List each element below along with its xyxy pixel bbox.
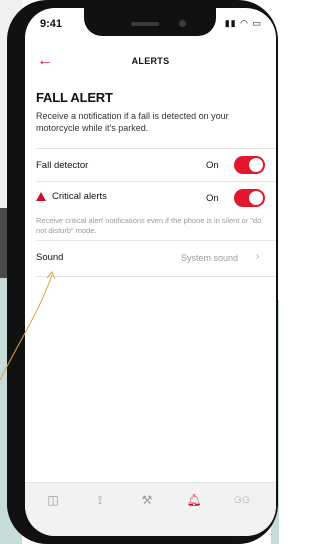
section-description: Receive a notification if a fall is dete… bbox=[36, 111, 229, 133]
camera bbox=[179, 20, 186, 27]
fall-detector-row: Fall detector On bbox=[36, 149, 276, 181]
nav-bar: ← ALERTS bbox=[25, 50, 276, 78]
chevron-right-icon: › bbox=[256, 251, 260, 262]
critical-alerts-row: Critical alerts On bbox=[36, 182, 276, 216]
section-title: FALL ALERT bbox=[36, 90, 113, 105]
wrench-icon[interactable]: ⚒ bbox=[137, 493, 157, 507]
speaker bbox=[131, 22, 159, 26]
warning-icon bbox=[36, 192, 46, 201]
map-icon[interactable]: ◫ bbox=[43, 493, 63, 507]
status-icons: ▮▮ ◠ ▭ bbox=[224, 18, 262, 28]
route-icon[interactable]: ⟟ bbox=[90, 493, 110, 508]
phone-notch bbox=[84, 8, 216, 36]
critical-alerts-label: Critical alerts bbox=[52, 191, 107, 202]
critical-alerts-toggle[interactable] bbox=[234, 189, 265, 207]
toggle-knob bbox=[249, 191, 263, 205]
page-title: ALERTS bbox=[131, 56, 170, 66]
sound-value: System sound bbox=[181, 253, 239, 263]
toggle-knob bbox=[249, 158, 263, 172]
critical-alerts-description: Receive critical alert notifications eve… bbox=[36, 216, 262, 235]
critical-alerts-state: On bbox=[206, 193, 219, 204]
fall-detector-toggle[interactable] bbox=[234, 156, 265, 174]
divider bbox=[36, 276, 276, 277]
sound-label: Sound bbox=[36, 252, 64, 263]
tab-bar: ◫ ⟟ ⚒ 🔔︎ ⚆⚆ bbox=[25, 482, 276, 536]
fall-detector-label: Fall detector bbox=[36, 160, 89, 171]
status-time: 9:41 bbox=[40, 18, 63, 30]
bell-icon[interactable]: 🔔︎ bbox=[184, 493, 204, 507]
sound-row[interactable]: Sound System sound › bbox=[36, 241, 276, 275]
motorcycle-icon[interactable]: ⚆⚆ bbox=[230, 495, 254, 506]
app-screen: 9:41 ▮▮ ◠ ▭ ← ALERTS FALL ALERT Receive … bbox=[25, 8, 276, 536]
phone-frame: 9:41 ▮▮ ◠ ▭ ← ALERTS FALL ALERT Receive … bbox=[7, 0, 278, 544]
fall-detector-state: On bbox=[206, 160, 219, 171]
